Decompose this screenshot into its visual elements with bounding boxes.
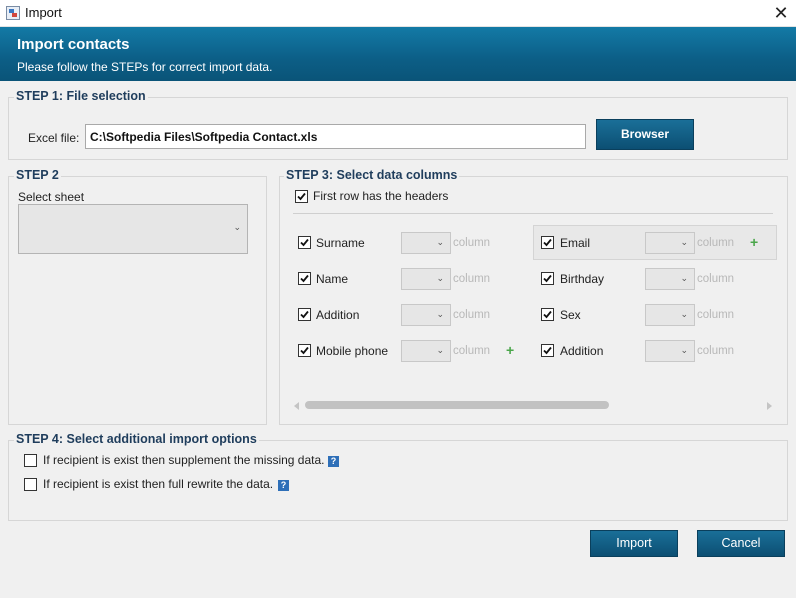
add-column-icon[interactable]: + — [750, 235, 758, 249]
name-checkbox[interactable] — [298, 272, 311, 285]
add-column-icon[interactable]: + — [506, 343, 514, 357]
import-button[interactable]: Import — [590, 530, 678, 557]
chevron-down-icon: ⌄ — [680, 345, 688, 355]
email-label: Email — [560, 236, 591, 250]
step3-title: STEP 3: Select data columns — [284, 168, 460, 182]
scroll-right-icon[interactable] — [765, 400, 773, 410]
sex-column-select[interactable]: ⌄ — [645, 304, 695, 326]
mobile-phone-label: Mobile phone — [316, 344, 389, 358]
birthday-checkbox[interactable] — [541, 272, 554, 285]
step2-title: STEP 2 — [14, 168, 61, 182]
rewrite-option-checkbox[interactable] — [24, 478, 37, 491]
first-row-label: First row has the headers — [313, 189, 449, 203]
name-label: Name — [316, 272, 349, 286]
birthday-column-placeholder: column — [697, 273, 735, 285]
supplement-option-checkbox[interactable] — [24, 454, 37, 467]
birthday-label: Birthday — [560, 272, 605, 286]
sex-column-placeholder: column — [697, 309, 735, 321]
sheet-select[interactable]: ⌄ — [18, 204, 248, 254]
step1-title: STEP 1: File selection — [14, 89, 148, 103]
cancel-button[interactable]: Cancel — [697, 530, 785, 557]
surname-checkbox[interactable] — [298, 236, 311, 249]
chevron-down-icon: ⌄ — [436, 273, 444, 283]
supplement-option-label: If recipient is exist then supplement th… — [43, 453, 325, 467]
chevron-down-icon: ⌄ — [680, 273, 688, 283]
addition-checkbox[interactable] — [298, 308, 311, 321]
excel-file-input[interactable]: C:\Softpedia Files\Softpedia Contact.xls — [85, 124, 586, 149]
divider — [293, 213, 773, 214]
addition-2-checkbox[interactable] — [541, 344, 554, 357]
chevron-down-icon: ⌄ — [436, 237, 444, 247]
addition-column-select[interactable]: ⌄ — [401, 304, 451, 326]
chevron-down-icon: ⌄ — [436, 309, 444, 319]
step4-title: STEP 4: Select additional import options — [14, 432, 259, 446]
page-title: Import contacts — [17, 36, 130, 53]
page-subtitle: Please follow the STEPs for correct impo… — [17, 60, 273, 74]
addition-2-column-select[interactable]: ⌄ — [645, 340, 695, 362]
name-column-placeholder: column — [453, 273, 491, 285]
email-column-select[interactable]: ⌄ — [645, 232, 695, 254]
birthday-column-select[interactable]: ⌄ — [645, 268, 695, 290]
sex-label: Sex — [560, 308, 581, 322]
name-column-select[interactable]: ⌄ — [401, 268, 451, 290]
select-sheet-label: Select sheet — [18, 190, 85, 204]
first-row-checkbox[interactable] — [295, 190, 308, 203]
close-icon[interactable]: ✕ — [766, 0, 796, 26]
surname-column-select[interactable]: ⌄ — [401, 232, 451, 254]
addition-2-column-placeholder: column — [697, 345, 735, 357]
surname-column-placeholder: column — [453, 237, 491, 249]
title-bar: Import ✕ — [0, 0, 796, 27]
chevron-down-icon: ⌄ — [680, 309, 688, 319]
email-checkbox[interactable] — [541, 236, 554, 249]
chevron-down-icon: ⌄ — [680, 237, 688, 247]
chevron-down-icon: ⌄ — [436, 345, 444, 355]
help-icon[interactable]: ? — [328, 456, 339, 467]
window-title: Import — [25, 5, 62, 20]
scroll-left-icon[interactable] — [293, 400, 301, 410]
addition-column-placeholder: column — [453, 309, 491, 321]
sex-checkbox[interactable] — [541, 308, 554, 321]
mobile-phone-checkbox[interactable] — [298, 344, 311, 357]
surname-label: Surname — [316, 236, 365, 250]
addition-2-label: Addition — [560, 344, 604, 358]
horizontal-scrollbar-thumb[interactable] — [305, 401, 609, 409]
rewrite-option-label: If recipient is exist then full rewrite … — [43, 477, 274, 491]
addition-label: Addition — [316, 308, 360, 322]
chevron-down-icon: ⌄ — [233, 222, 241, 232]
app-icon — [6, 6, 20, 20]
mobile-phone-column-placeholder: column — [453, 345, 491, 357]
mobile-phone-column-select[interactable]: ⌄ — [401, 340, 451, 362]
excel-file-label: Excel file: — [28, 131, 80, 145]
help-icon[interactable]: ? — [278, 480, 289, 491]
email-column-placeholder: column — [697, 237, 735, 249]
browse-button[interactable]: Browser — [596, 119, 694, 150]
header-banner: Import contacts Please follow the STEPs … — [0, 27, 796, 81]
